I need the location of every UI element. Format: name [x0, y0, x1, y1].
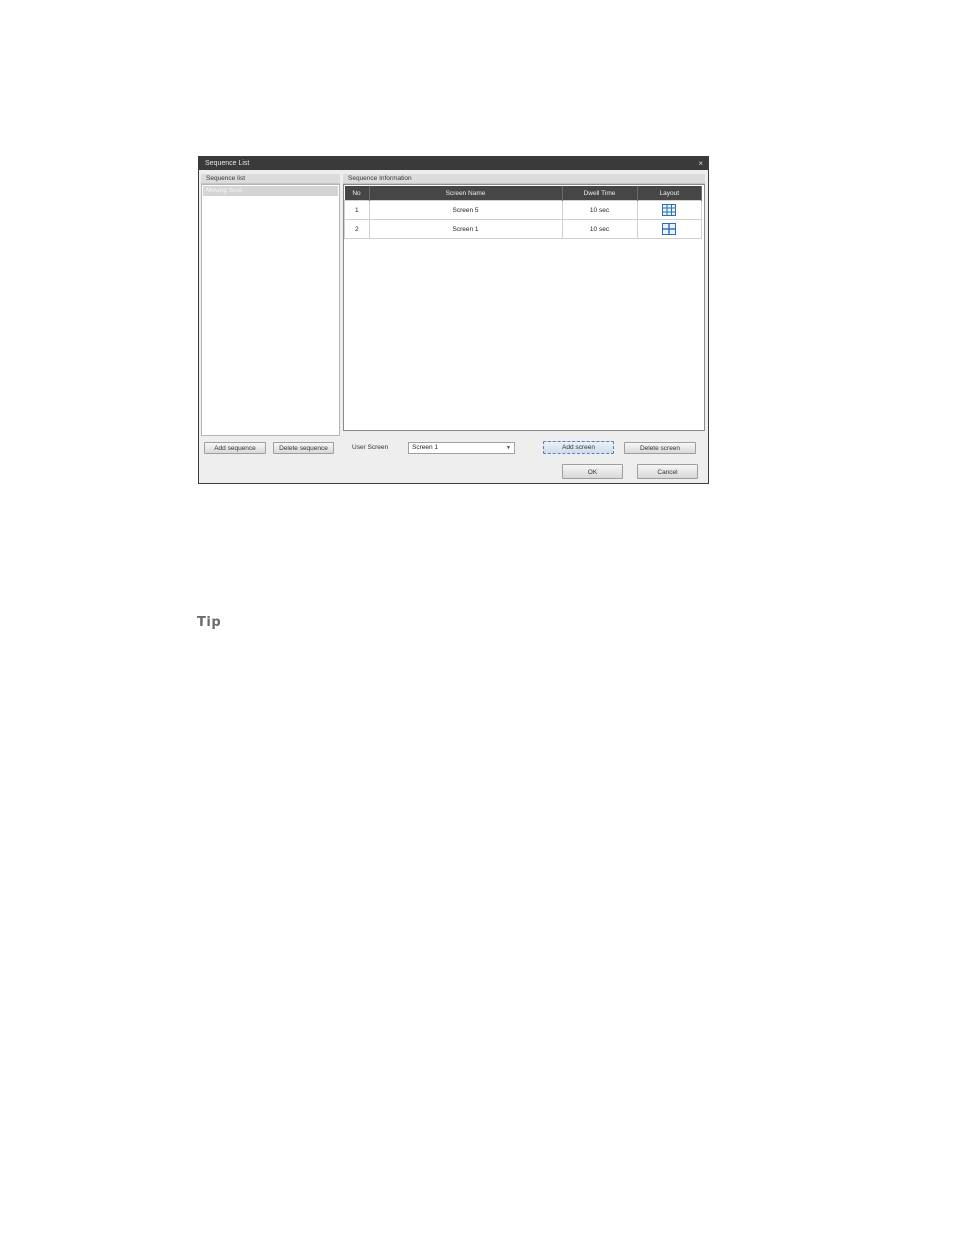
row-dwell-time[interactable]: 10 sec: [561, 200, 638, 220]
list-item[interactable]: Moving Scre: [203, 186, 338, 196]
grid-2x2-icon[interactable]: [662, 223, 677, 235]
add-sequence-button[interactable]: Add sequence: [204, 442, 266, 454]
sequence-information-panel: Sequence Information No Screen Name Dwel…: [343, 174, 705, 462]
close-icon[interactable]: ×: [698, 157, 703, 170]
row-screen-name[interactable]: Screen 5: [368, 200, 563, 220]
cancel-button[interactable]: Cancel: [637, 464, 698, 479]
dialog-title: Sequence List: [205, 160, 250, 167]
table-header-row: No Screen Name Dwell Time Layout: [344, 186, 702, 201]
ok-button[interactable]: OK: [562, 464, 623, 479]
row-layout[interactable]: [636, 200, 702, 220]
row-no: 2: [344, 219, 370, 239]
user-screen-select[interactable]: Screen 1 ▼: [408, 442, 515, 454]
add-screen-button[interactable]: Add screen: [543, 441, 614, 454]
delete-sequence-button[interactable]: Delete sequence: [273, 442, 334, 454]
sequence-list-header: Sequence list: [201, 174, 340, 184]
row-dwell-time[interactable]: 10 sec: [561, 219, 638, 239]
column-header-no[interactable]: No: [344, 186, 370, 201]
table-row[interactable]: 2 Screen 1 10 sec: [344, 219, 702, 239]
tip-heading: Tip: [197, 615, 222, 630]
sequence-listbox[interactable]: Moving Scre: [201, 184, 340, 436]
dialog-titlebar: Sequence List ×: [199, 157, 708, 170]
sequence-grid: No Screen Name Dwell Time Layout 1 Scree…: [343, 184, 705, 431]
column-header-dwell-time[interactable]: Dwell Time: [562, 186, 638, 201]
delete-screen-button[interactable]: Delete screen: [624, 442, 696, 454]
row-layout[interactable]: [636, 219, 702, 239]
user-screen-label: User Screen: [352, 444, 389, 451]
chevron-down-icon[interactable]: ▼: [506, 443, 511, 453]
sequence-information-header: Sequence Information: [343, 174, 705, 184]
column-header-layout[interactable]: Layout: [637, 186, 702, 201]
column-header-screen-name[interactable]: Screen Name: [369, 186, 563, 201]
row-no: 1: [344, 200, 370, 220]
grid-3x3-icon[interactable]: [662, 204, 677, 216]
user-screen-value: Screen 1: [412, 444, 439, 451]
sequence-list-dialog: Sequence List × Sequence list Moving Scr…: [198, 156, 709, 484]
sequence-list-panel: Sequence list Moving Scre: [201, 174, 340, 462]
row-screen-name[interactable]: Screen 1: [368, 219, 563, 239]
table-row[interactable]: 1 Screen 5 10 sec: [344, 200, 702, 220]
